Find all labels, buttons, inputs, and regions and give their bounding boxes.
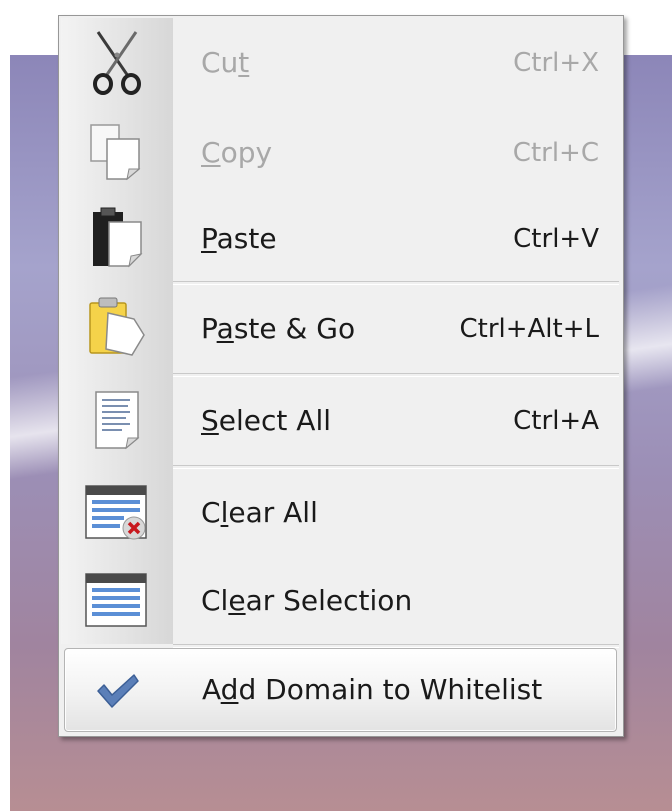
menu-item-shortcut: Ctrl+X xyxy=(513,48,599,78)
menu-item-label: Add Domain to Whitelist xyxy=(202,673,543,706)
menu-item-label: Select All xyxy=(201,404,331,437)
menu-item-label: Paste xyxy=(201,222,277,255)
context-menu: Cut Ctrl+X Copy Ctrl+C Paste Ctrl+V Past… xyxy=(58,15,624,737)
scissors-icon xyxy=(61,18,173,108)
menu-item-shortcut: Ctrl+C xyxy=(512,138,599,168)
menu-item-select-all[interactable]: Select All Ctrl+A xyxy=(61,376,621,464)
menu-item-label: Paste & Go xyxy=(201,312,356,345)
menu-item-label: Cut xyxy=(201,46,250,79)
window-list-icon xyxy=(61,556,173,644)
menu-item-label: Clear Selection xyxy=(201,584,413,617)
document-icon xyxy=(61,376,173,464)
clipboard-icon xyxy=(61,196,173,280)
checkmark-icon xyxy=(62,649,174,733)
menu-item-clear-all[interactable]: Clear All xyxy=(61,468,621,556)
copy-pages-icon xyxy=(61,108,173,196)
menu-item-shortcut: Ctrl+A xyxy=(513,406,599,436)
menu-item-shortcut: Ctrl+Alt+L xyxy=(459,314,599,344)
menu-item-shortcut: Ctrl+V xyxy=(513,224,599,254)
clear-window-icon xyxy=(61,468,173,556)
menu-item-paste[interactable]: Paste Ctrl+V xyxy=(61,196,621,280)
menu-item-copy[interactable]: Copy Ctrl+C xyxy=(61,108,621,196)
menu-item-paste-and-go[interactable]: Paste & Go Ctrl+Alt+L xyxy=(61,284,621,372)
menu-item-clear-selection[interactable]: Clear Selection xyxy=(61,556,621,644)
menu-item-label: Clear All xyxy=(201,496,318,529)
menu-item-cut[interactable]: Cut Ctrl+X xyxy=(61,18,621,108)
menu-item-label: Copy xyxy=(201,136,273,169)
menu-item-add-domain-to-whitelist[interactable]: Add Domain to Whitelist xyxy=(64,648,617,732)
paste-go-icon xyxy=(61,284,173,372)
